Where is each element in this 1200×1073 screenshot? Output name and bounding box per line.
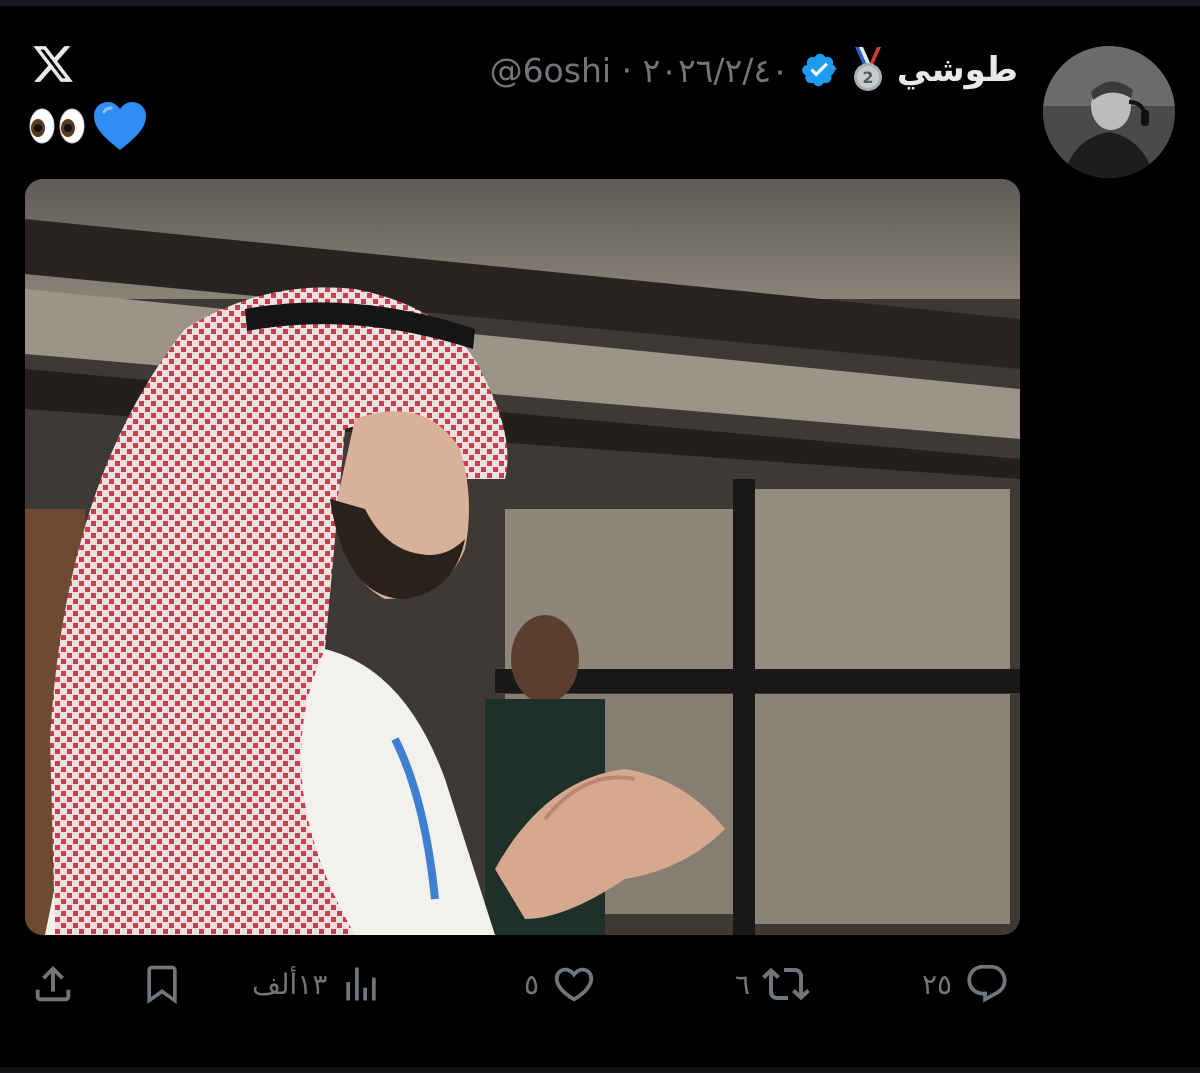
eyes-emoji-icon: [29, 108, 85, 144]
like-icon: [554, 967, 594, 1002]
tweet-text: [28, 98, 148, 154]
retweet-count: ٦: [735, 967, 751, 1001]
bookmark-icon: [147, 965, 177, 1005]
views-button[interactable]: ١٣ألف: [252, 958, 383, 1010]
views-icon: [346, 967, 377, 1001]
blue-heart-emoji-icon: [94, 102, 146, 150]
like-count: ٥: [524, 967, 540, 1001]
share-icon: [35, 965, 71, 1002]
tweet-header: @6oshi · ٢٠٢٦/٢/٤٠ 2 طوشي: [490, 40, 1018, 100]
bottom-divider: [0, 1067, 1200, 1073]
reply-count: ٢٥: [922, 967, 953, 1001]
second-place-medal-icon: 2: [853, 47, 882, 91]
avatar[interactable]: [1043, 46, 1175, 178]
tweet-media-photo[interactable]: [25, 179, 1020, 935]
like-button[interactable]: ٥: [524, 958, 597, 1010]
bookmark-button[interactable]: [140, 958, 184, 1010]
top-divider: [0, 0, 1200, 6]
views-count: ١٣ألف: [252, 967, 328, 1001]
reply-button[interactable]: ٢٥: [922, 958, 1010, 1010]
reply-icon: [967, 964, 1007, 1003]
x-logo-icon[interactable]: [30, 42, 76, 86]
verified-badge-icon: [802, 53, 837, 87]
retweet-button[interactable]: ٦: [735, 958, 810, 1010]
handle-and-date[interactable]: @6oshi · ٢٠٢٦/٢/٤٠: [490, 51, 789, 90]
share-button[interactable]: [30, 958, 76, 1010]
svg-text:2: 2: [862, 68, 873, 87]
display-name[interactable]: طوشي: [897, 50, 1018, 90]
retweet-icon: [762, 967, 810, 1001]
